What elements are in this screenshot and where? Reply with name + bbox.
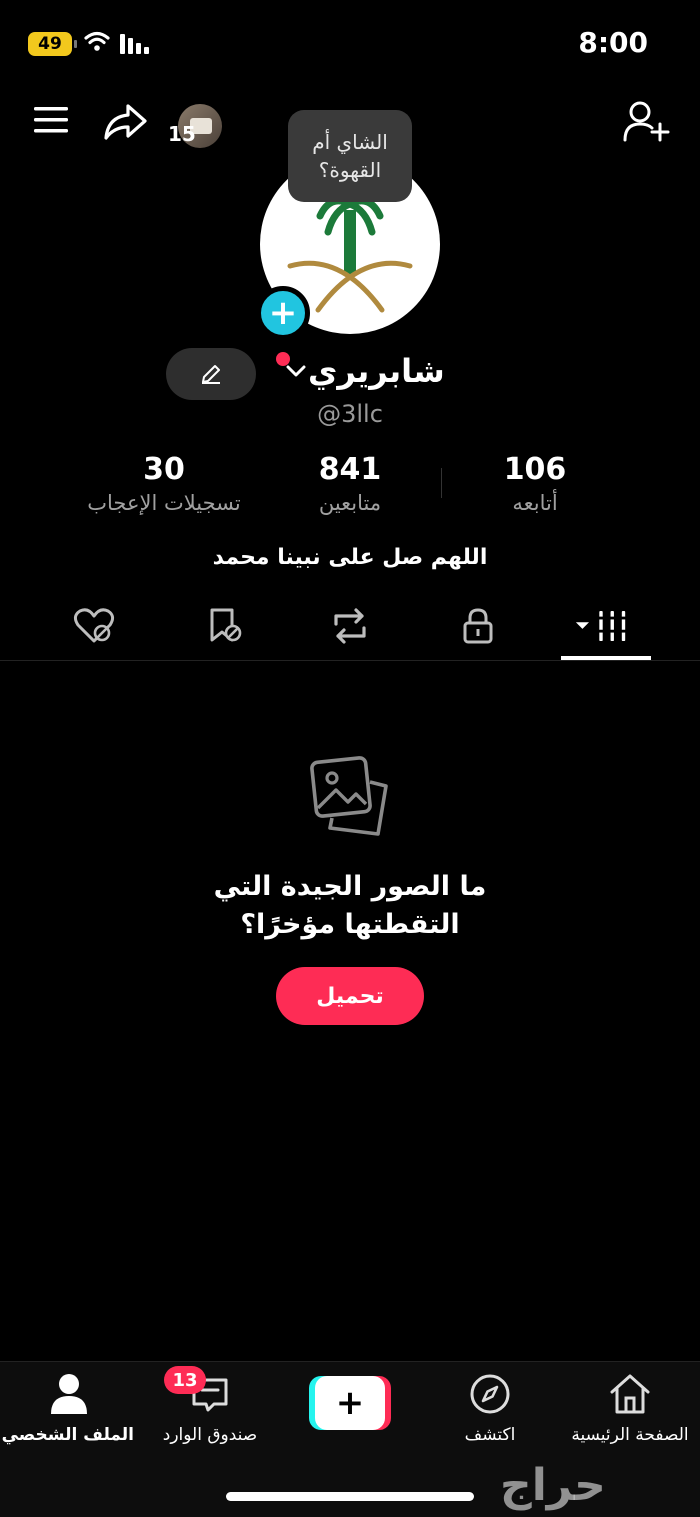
likes-count: 30 bbox=[143, 452, 185, 487]
followers-stat[interactable]: 841 متابعين bbox=[290, 452, 410, 518]
nav-profile-label: الملف الشخصي bbox=[1, 1425, 134, 1445]
tooltip-line-2: القهوة؟ bbox=[318, 158, 382, 182]
tab-private[interactable] bbox=[448, 604, 508, 648]
nav-inbox-label: صندوق الوارد bbox=[162, 1425, 258, 1445]
tooltip-line-1: الشاي أم bbox=[312, 130, 388, 154]
following-stat[interactable]: 106 أتابعه bbox=[480, 452, 590, 518]
nav-home-label: الصفحة الرئيسية bbox=[571, 1425, 689, 1445]
likes-label: تسجيلات الإعجاب bbox=[87, 491, 241, 515]
home-icon bbox=[610, 1374, 650, 1414]
inbox-badge: 13 bbox=[164, 1366, 206, 1394]
nav-discover-label: اكتشف bbox=[464, 1425, 516, 1445]
add-friend-icon[interactable] bbox=[622, 100, 670, 144]
empty-state-title: ما الصور الجيدة التي التقطتها مؤخرًا؟ bbox=[100, 868, 600, 944]
status-time: 8:00 bbox=[578, 26, 648, 59]
likes-stat[interactable]: 30 تسجيلات الإعجاب bbox=[66, 452, 262, 518]
username: @3llc bbox=[317, 400, 383, 428]
followers-label: متابعين bbox=[318, 491, 382, 515]
upload-button[interactable]: تحميل bbox=[276, 967, 424, 1025]
edit-profile-button[interactable] bbox=[166, 348, 256, 400]
compass-icon bbox=[470, 1374, 510, 1414]
lock-icon bbox=[463, 608, 493, 644]
grid-icon bbox=[575, 611, 628, 641]
empty-title-line-2: التقطتها مؤخرًا؟ bbox=[240, 909, 460, 940]
liked-icon bbox=[73, 608, 115, 643]
tab-videos[interactable] bbox=[574, 604, 634, 648]
stat-divider bbox=[441, 468, 442, 498]
nav-profile[interactable]: الملف الشخصي bbox=[1, 1372, 134, 1445]
create-button[interactable]: + bbox=[309, 1376, 391, 1430]
avatar-tooltip: الشاي أم القهوة؟ bbox=[288, 110, 412, 202]
photos-icon bbox=[308, 756, 392, 840]
tabs-divider bbox=[0, 660, 700, 661]
add-avatar-button[interactable]: + bbox=[256, 286, 310, 340]
battery-indicator: 49 bbox=[28, 32, 77, 56]
menu-icon[interactable] bbox=[32, 104, 70, 136]
nav-home[interactable]: الصفحة الرئيسية bbox=[560, 1372, 700, 1445]
person-icon bbox=[51, 1374, 87, 1414]
following-count: 106 bbox=[503, 452, 567, 487]
repost-icon bbox=[334, 608, 366, 644]
avatar-count: 15 bbox=[168, 122, 196, 146]
tab-liked[interactable] bbox=[64, 604, 124, 648]
followers-count: 841 bbox=[318, 452, 382, 487]
signal-icon bbox=[120, 32, 154, 54]
share-icon[interactable] bbox=[102, 102, 148, 142]
tab-reposts[interactable] bbox=[320, 604, 380, 648]
chevron-down-icon[interactable] bbox=[286, 364, 306, 378]
bookmark-icon bbox=[210, 608, 242, 642]
pencil-icon bbox=[202, 365, 220, 384]
following-label: أتابعه bbox=[512, 491, 558, 515]
bio: اللهم صل على نبينا محمد bbox=[212, 545, 488, 570]
watermark-logo: حراج bbox=[500, 1460, 606, 1511]
tab-bookmarks[interactable] bbox=[194, 604, 254, 648]
empty-title-line-1: ما الصور الجيدة التي bbox=[213, 871, 487, 902]
home-indicator bbox=[226, 1492, 474, 1501]
nav-discover[interactable]: اكتشف bbox=[440, 1372, 540, 1445]
display-name[interactable]: شابريري bbox=[308, 352, 445, 390]
wifi-icon bbox=[84, 30, 110, 52]
create-plus: + bbox=[315, 1376, 385, 1430]
